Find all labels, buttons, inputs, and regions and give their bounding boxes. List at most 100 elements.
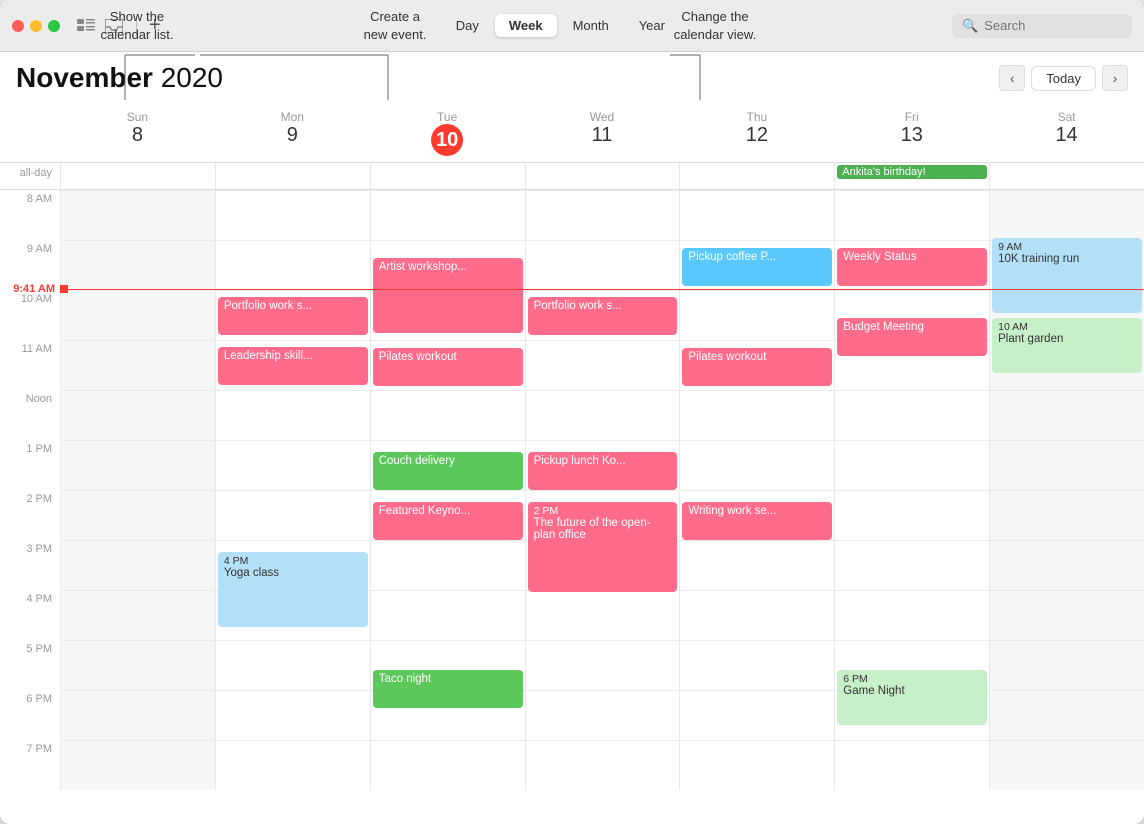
- event-label: Leadership skill...: [224, 350, 313, 362]
- event-label: Couch delivery: [379, 455, 455, 467]
- writing-work-event[interactable]: Writing work se...: [682, 502, 832, 540]
- time-column: 8 AM 9 AM 10 AM 11 AM Noon 1 PM 2 PM 3 P…: [0, 190, 60, 790]
- tab-week[interactable]: Week: [495, 14, 557, 37]
- time-7pm: 7 PM: [0, 740, 60, 790]
- time-8am: 8 AM: [0, 190, 60, 240]
- col-mon: Portfolio work s... Leadership skill... …: [215, 190, 370, 790]
- event-label: Pickup lunch Ko...: [534, 455, 626, 467]
- col-sun: [60, 190, 215, 790]
- allday-label: all-day: [0, 163, 60, 189]
- future-office-event[interactable]: 2 PM The future of the open-plan office: [528, 502, 678, 592]
- col-thu: Pickup coffee P... Pilates workout Writi…: [679, 190, 834, 790]
- allday-sat: [989, 163, 1144, 189]
- weekly-status-event[interactable]: Weekly Status: [837, 248, 987, 286]
- day-header-fri: Fri 13: [834, 104, 989, 162]
- couch-delivery-event[interactable]: Couch delivery: [373, 452, 523, 490]
- game-night-event[interactable]: 6 PM Game Night: [837, 670, 987, 725]
- taco-night-event[interactable]: Taco night: [373, 670, 523, 708]
- ankita-birthday-event[interactable]: Ankita's birthday!: [837, 165, 987, 179]
- event-label: The future of the open-plan office: [534, 517, 651, 541]
- event-time: 6 PM: [843, 673, 981, 685]
- titlebar-right: 🔍: [952, 14, 1132, 38]
- event-label: Artist workshop...: [379, 261, 467, 273]
- budget-meeting-event[interactable]: Budget Meeting: [837, 318, 987, 356]
- inbox-icon[interactable]: [104, 16, 124, 36]
- tab-day[interactable]: Day: [442, 14, 493, 37]
- calendar-list-icon[interactable]: [76, 16, 96, 36]
- search-box[interactable]: 🔍: [952, 14, 1132, 38]
- event-time: 9 AM: [998, 241, 1136, 253]
- tab-year[interactable]: Year: [625, 14, 679, 37]
- event-time: 2 PM: [534, 505, 672, 517]
- col-wed: Portfolio work s... Pickup lunch Ko... 2…: [525, 190, 680, 790]
- featured-keynote-event[interactable]: Featured Keyno...: [373, 502, 523, 540]
- add-event-button[interactable]: +: [149, 14, 161, 37]
- nav-controls: ‹ Today ›: [999, 65, 1128, 91]
- pickup-lunch-event[interactable]: Pickup lunch Ko...: [528, 452, 678, 490]
- next-button[interactable]: ›: [1102, 65, 1128, 91]
- separator: [136, 16, 137, 36]
- event-label: Pilates workout: [688, 351, 766, 363]
- col-sat: 9 AM 10K training run 10 AM Plant garden: [989, 190, 1144, 790]
- day-header-mon: Mon 9: [215, 104, 370, 162]
- time-1pm: 1 PM: [0, 440, 60, 490]
- pickup-coffee-event[interactable]: Pickup coffee P...: [682, 248, 832, 286]
- allday-row: all-day Ankita's birthday!: [0, 163, 1144, 190]
- month-header: November 2020 ‹ Today ›: [0, 52, 1144, 104]
- portfolio-work-mon-event[interactable]: Portfolio work s...: [218, 297, 368, 335]
- day-header-wed: Wed 11: [525, 104, 680, 162]
- event-label: Plant garden: [998, 333, 1063, 345]
- event-label: Budget Meeting: [843, 321, 924, 333]
- day-header-sat: Sat 14: [989, 104, 1144, 162]
- time-10am: 10 AM: [0, 290, 60, 340]
- allday-mon: [215, 163, 370, 189]
- month-name: November: [16, 62, 153, 93]
- event-time: 4 PM: [224, 555, 362, 567]
- minimize-button[interactable]: [30, 20, 42, 32]
- today-button[interactable]: Today: [1031, 66, 1096, 91]
- time-3pm: 3 PM: [0, 540, 60, 590]
- event-label: Writing work se...: [688, 505, 776, 517]
- event-label: 10K training run: [998, 253, 1079, 265]
- day-headers: Sun 8 Mon 9 Tue 10 Wed 11 Thu 12 Fri 13: [0, 104, 1144, 163]
- time-2pm: 2 PM: [0, 490, 60, 540]
- allday-fri: Ankita's birthday!: [834, 163, 989, 189]
- allday-sun: [60, 163, 215, 189]
- corner-cell: [0, 104, 60, 162]
- allday-tue: [370, 163, 525, 189]
- time-4pm: 4 PM: [0, 590, 60, 640]
- scroll-area[interactable]: 8 AM 9 AM 10 AM 11 AM Noon 1 PM 2 PM 3 P…: [0, 190, 1144, 824]
- leadership-event[interactable]: Leadership skill...: [218, 347, 368, 385]
- 10k-training-event[interactable]: 9 AM 10K training run: [992, 238, 1142, 313]
- view-tabs: Day Week Month Year: [442, 14, 679, 37]
- close-button[interactable]: [12, 20, 24, 32]
- event-label: Pilates workout: [379, 351, 457, 363]
- yoga-class-event[interactable]: 4 PM Yoga class: [218, 552, 368, 627]
- pilates-thu-event[interactable]: Pilates workout: [682, 348, 832, 386]
- prev-button[interactable]: ‹: [999, 65, 1025, 91]
- calendar-area: Sun 8 Mon 9 Tue 10 Wed 11 Thu 12 Fri 13: [0, 104, 1144, 824]
- allday-thu: [679, 163, 834, 189]
- pilates-tue-event[interactable]: Pilates workout: [373, 348, 523, 386]
- allday-wed: [525, 163, 680, 189]
- tab-month[interactable]: Month: [559, 14, 623, 37]
- day-header-thu: Thu 12: [679, 104, 834, 162]
- event-label: Pickup coffee P...: [688, 251, 776, 263]
- traffic-lights: [12, 20, 60, 32]
- time-noon: Noon: [0, 390, 60, 440]
- time-5pm: 5 PM: [0, 640, 60, 690]
- search-input[interactable]: [984, 18, 1114, 33]
- artist-workshop-event[interactable]: Artist workshop...: [373, 258, 523, 333]
- zoom-button[interactable]: [48, 20, 60, 32]
- col-fri: Weekly Status Budget Meeting 6 PM Game N…: [834, 190, 989, 790]
- time-11am: 11 AM: [0, 340, 60, 390]
- event-label: Taco night: [379, 673, 431, 685]
- portfolio-work-wed-event[interactable]: Portfolio work s...: [528, 297, 678, 335]
- event-label: Featured Keyno...: [379, 505, 470, 517]
- day-header-sun: Sun 8: [60, 104, 215, 162]
- year-value: 2020: [161, 62, 223, 93]
- plant-garden-event[interactable]: 10 AM Plant garden: [992, 318, 1142, 373]
- event-label: Portfolio work s...: [224, 300, 312, 312]
- titlebar: + Day Week Month Year 🔍: [0, 0, 1144, 52]
- grid-wrapper: 8 AM 9 AM 10 AM 11 AM Noon 1 PM 2 PM 3 P…: [0, 190, 1144, 790]
